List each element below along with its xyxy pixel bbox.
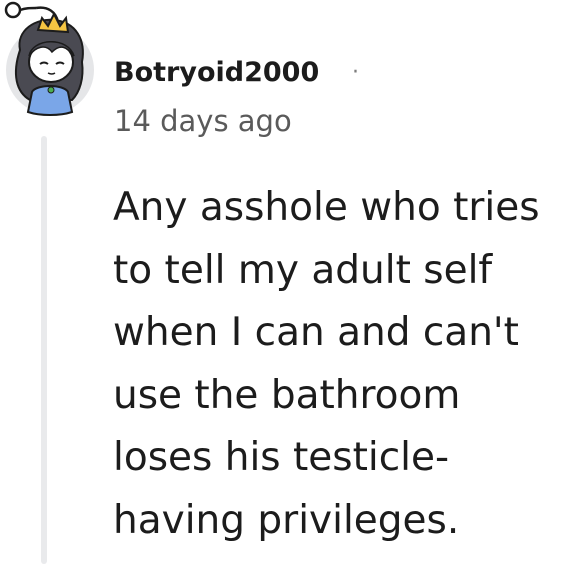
thread-line[interactable] xyxy=(41,136,47,564)
comment-body: Any asshole who tries to tell my adult s… xyxy=(113,177,573,552)
comment-body-text: Any asshole who tries to tell my adult s… xyxy=(113,185,540,543)
comment: Botryoid2000 · 14 days ago Any asshole w… xyxy=(0,0,582,564)
snoo-avatar-icon xyxy=(4,1,94,116)
meta-separator: · xyxy=(352,60,359,85)
comment-timestamp[interactable]: 14 days ago xyxy=(114,100,292,142)
comment-author[interactable]: Botryoid2000 xyxy=(114,54,319,92)
user-avatar[interactable] xyxy=(2,0,94,118)
